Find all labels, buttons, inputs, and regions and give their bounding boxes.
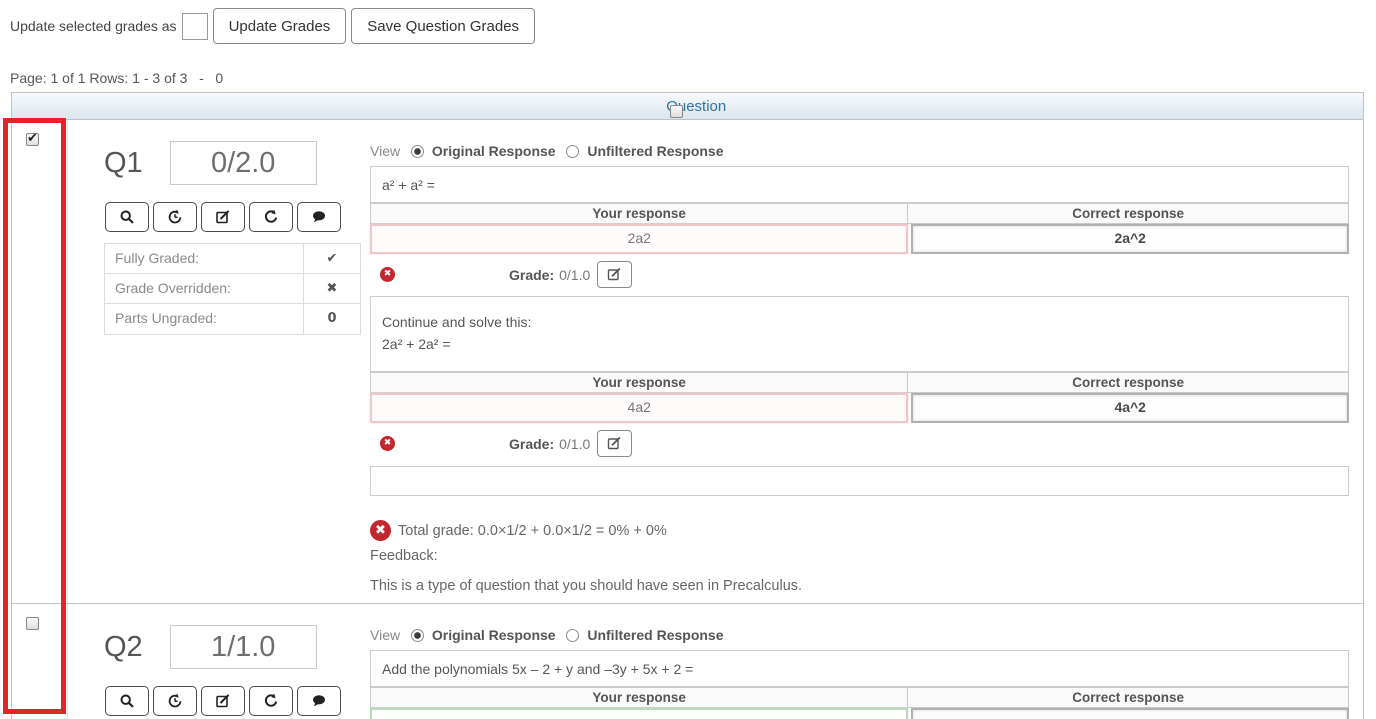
correct-response-value: 4a^2	[911, 393, 1349, 423]
row-select-cell	[12, 604, 67, 719]
question-toolbar	[105, 202, 366, 232]
your-response-value: 4a2	[370, 393, 908, 423]
grades-table: Question Q1 0/2.0	[11, 92, 1364, 719]
view-label: View	[370, 627, 400, 643]
correct-response-header: Correct response	[908, 688, 1348, 707]
part-grade-value: 0/1.0	[559, 267, 590, 283]
save-question-grades-button[interactable]: Save Question Grades	[351, 8, 535, 44]
status-row-grade-overridden: Grade Overridden: ✖	[105, 274, 360, 304]
question-id: Q2	[104, 631, 143, 664]
update-grades-label: Update selected grades as	[10, 18, 177, 34]
search-icon[interactable]	[105, 686, 149, 716]
part-grade-line: ✖ Grade: 0/1.0	[370, 430, 1349, 457]
grade-update-toolbar: Update selected grades as Update Grades …	[10, 8, 535, 44]
check-icon: ✔	[303, 244, 360, 273]
table-header-row: Question	[12, 93, 1363, 120]
status-row-parts-ungraded: Parts Ungraded: 0	[105, 304, 360, 334]
search-icon[interactable]	[105, 202, 149, 232]
part-grade-line: ✖ Grade: 0/1.0	[370, 261, 1349, 288]
your-response-header: Your response	[371, 373, 908, 392]
row-checkbox-q1[interactable]	[26, 133, 39, 146]
question-id: Q1	[104, 147, 143, 180]
edit-icon[interactable]	[201, 202, 245, 232]
question-toolbar	[105, 686, 366, 716]
question-response-panel: View Original Response Unfiltered Respon…	[370, 143, 1349, 594]
part-grade-value: 0/1.0	[559, 436, 590, 452]
refresh-icon[interactable]	[249, 202, 293, 232]
response-table: Your response Correct response 2a2 2a^2	[370, 203, 1349, 254]
total-grade-line: ✖ Total grade: 0.0×1/2 + 0.0×1/2 = 0% + …	[370, 520, 1349, 541]
original-response-radio[interactable]	[411, 145, 424, 158]
grading-status-table: Fully Graded: ✔ Grade Overridden: ✖ Part…	[104, 243, 361, 335]
question-prompt: Add the polynomials 5x – 2 + y and –3y +…	[370, 650, 1349, 687]
correct-response-value	[911, 708, 1349, 719]
question-prompt: a² + a² =	[370, 166, 1349, 203]
cross-icon: ✖	[303, 274, 360, 303]
edit-grade-icon[interactable]	[597, 430, 632, 457]
question-cell-q2: Q2 1/1.0	[67, 604, 1363, 719]
select-all-checkbox[interactable]	[670, 105, 683, 118]
your-response-value: 2a2	[370, 224, 908, 254]
incorrect-total-icon: ✖	[370, 520, 391, 541]
original-response-radio[interactable]	[411, 629, 424, 642]
question-summary-panel: Q2 1/1.0	[104, 625, 366, 716]
view-selector: View Original Response Unfiltered Respon…	[370, 627, 1349, 644]
question-summary-panel: Q1 0/2.0	[104, 141, 366, 335]
update-grades-button[interactable]: Update Grades	[213, 8, 347, 44]
response-table: Your response Correct response 4a2 4a^2	[370, 372, 1349, 423]
unfiltered-response-radio[interactable]	[566, 629, 579, 642]
question-row-q2: Q2 1/1.0	[12, 604, 1363, 719]
edit-grade-icon[interactable]	[597, 261, 632, 288]
correct-response-header: Correct response	[908, 373, 1348, 392]
question-grade-input[interactable]: 0/2.0	[170, 141, 317, 185]
question-prompt-part2: Continue and solve this: 2a² + 2a² =	[370, 296, 1349, 372]
comment-icon[interactable]	[297, 202, 341, 232]
edit-icon[interactable]	[201, 686, 245, 716]
refresh-icon[interactable]	[249, 686, 293, 716]
comment-icon[interactable]	[297, 686, 341, 716]
correct-response-header: Correct response	[908, 204, 1348, 223]
your-response-header: Your response	[371, 688, 908, 707]
question-cell-q1: Q1 0/2.0	[67, 120, 1363, 603]
feedback-text: This is a type of question that you shou…	[370, 578, 1349, 594]
view-label: View	[370, 143, 400, 159]
your-response-header: Your response	[371, 204, 908, 223]
history-icon[interactable]	[153, 686, 197, 716]
question-response-panel: View Original Response Unfiltered Respon…	[370, 627, 1349, 719]
question-row-q1: Q1 0/2.0	[12, 120, 1363, 604]
correct-response-value: 2a^2	[911, 224, 1349, 254]
unfiltered-response-radio[interactable]	[566, 145, 579, 158]
incorrect-icon: ✖	[380, 267, 395, 282]
response-table: Your response Correct response	[370, 687, 1349, 719]
total-grade-text: Total grade: 0.0×1/2 + 0.0×1/2 = 0% + 0%	[398, 523, 667, 539]
answer-input-box[interactable]	[370, 466, 1349, 496]
view-selector: View Original Response Unfiltered Respon…	[370, 143, 1349, 160]
your-response-value	[370, 708, 908, 719]
incorrect-icon: ✖	[380, 436, 395, 451]
pagination-status: Page: 1 of 1 Rows: 1 - 3 of 3 - 0	[10, 70, 223, 86]
status-row-fully-graded: Fully Graded: ✔	[105, 244, 360, 274]
feedback-label: Feedback:	[370, 548, 1349, 564]
question-grade-input[interactable]: 1/1.0	[170, 625, 317, 669]
grade-value-input[interactable]	[182, 13, 208, 40]
history-icon[interactable]	[153, 202, 197, 232]
row-select-cell	[12, 120, 67, 603]
row-checkbox-q2[interactable]	[26, 617, 39, 630]
